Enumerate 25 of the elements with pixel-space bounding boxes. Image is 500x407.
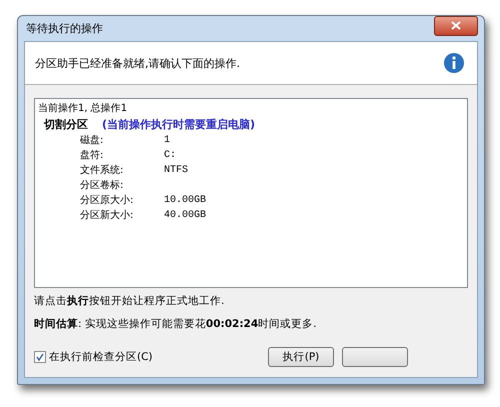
detail-label: 分区卷标: <box>80 179 124 193</box>
info-icon <box>443 52 465 74</box>
instruction-text: 请点击执行按钮开始让程序正式地工作. <box>34 294 226 308</box>
restart-note: (当前操作执行时需要重启电脑) <box>102 117 256 132</box>
close-icon <box>451 21 461 30</box>
detail-value: 40.00GB <box>164 209 208 223</box>
detail-label: 分区新大小: <box>80 209 134 223</box>
detail-label: 盘符: <box>80 149 104 163</box>
detail-value: 10.00GB <box>164 194 208 208</box>
detail-label: 分区原大小: <box>80 194 134 208</box>
checkbox[interactable] <box>34 351 46 363</box>
window-title: 等待执行的操作 <box>25 21 103 36</box>
time-estimate: 时间估算: 实现这些操作可能需要花00:02:24时间或更多. <box>34 317 318 331</box>
detail-label: 文件系统: <box>80 164 124 178</box>
detail-value: C: <box>164 149 178 163</box>
operation-summary: 当前操作1, 总操作1 <box>38 102 128 115</box>
detail-value: 1 <box>164 134 172 148</box>
checkbox-label[interactable]: 在执行前检查分区(C) <box>49 350 153 364</box>
detail-label: 磁盘: <box>80 134 104 148</box>
dialog-button[interactable] <box>342 347 408 367</box>
operation-title: 切割分区 <box>44 117 88 132</box>
close-button[interactable] <box>434 16 478 36</box>
execute-button[interactable]: 执行(P) <box>268 347 334 367</box>
detail-value: NTFS <box>164 164 190 178</box>
header-message: 分区助手已经准备就绪,请确认下面的操作. <box>35 56 240 70</box>
